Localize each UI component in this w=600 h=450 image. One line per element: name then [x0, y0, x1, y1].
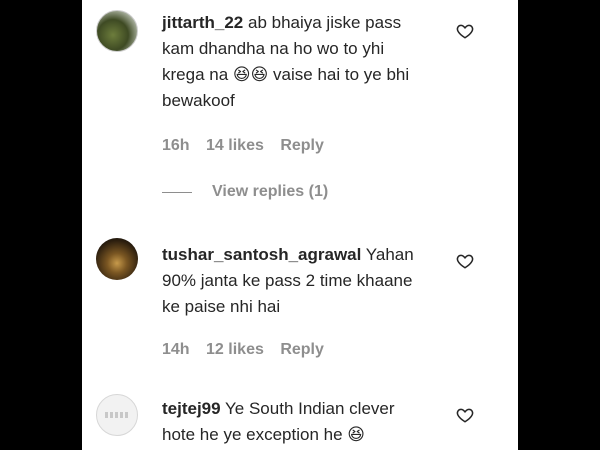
comment-username[interactable]: tushar_santosh_agrawal [162, 245, 361, 264]
comment-time: 16h [162, 137, 190, 154]
comment-time: 14h [162, 341, 190, 358]
view-replies-button[interactable]: View replies (1) [162, 183, 328, 201]
heart-outline-icon[interactable] [456, 252, 474, 270]
comment-meta: 16h 14 likes Reply [162, 137, 336, 155]
avatar[interactable] [96, 10, 138, 52]
comment-username[interactable]: tejtej99 [162, 399, 221, 418]
heart-outline-icon[interactable] [456, 406, 474, 424]
avatar[interactable] [96, 394, 138, 436]
heart-outline-icon[interactable] [456, 22, 474, 40]
comments-panel: jittarth_22 ab bhaiya jiske pass kam dha… [82, 0, 518, 450]
reply-button[interactable]: Reply [280, 137, 324, 154]
replies-divider [162, 191, 192, 193]
reply-button[interactable]: Reply [280, 341, 324, 358]
view-replies-label: View replies (1) [212, 183, 329, 200]
comment-likes[interactable]: 14 likes [206, 137, 264, 154]
comment-text: tushar_santosh_agrawal Yahan 90% janta k… [162, 242, 428, 320]
avatar[interactable] [96, 238, 138, 280]
comment-text: tejtej99 Ye South Indian clever hote he … [162, 396, 428, 448]
comment-username[interactable]: jittarth_22 [162, 13, 243, 32]
comment-text: jittarth_22 ab bhaiya jiske pass kam dha… [162, 10, 428, 114]
comment-likes[interactable]: 12 likes [206, 341, 264, 358]
comment-meta: 14h 12 likes Reply [162, 341, 336, 359]
